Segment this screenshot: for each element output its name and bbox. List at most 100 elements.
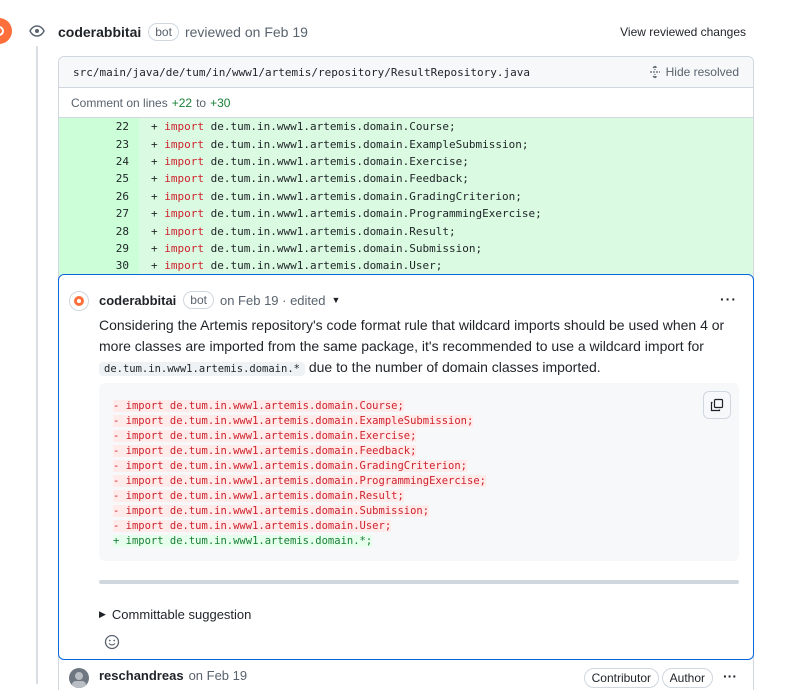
timeline-line [36, 46, 38, 684]
diff-keyword: import [164, 137, 204, 151]
diff-code: de.tum.in.www1.artemis.domain.Feedback; [204, 172, 469, 186]
diff-sign: + [151, 137, 158, 151]
line-end[interactable]: +30 [210, 96, 230, 110]
diff-sign: + [151, 154, 158, 168]
deleted-line: - import de.tum.in.www1.artemis.domain.G… [113, 460, 468, 472]
diff-keyword: import [164, 241, 204, 255]
diff-code: de.tum.in.www1.artemis.domain.Submission… [204, 241, 483, 255]
deleted-line: - import de.tum.in.www1.artemis.domain.E… [113, 415, 474, 427]
deleted-line: - import de.tum.in.www1.artemis.domain.U… [113, 520, 392, 532]
comment-text: Considering the Artemis repository's cod… [99, 317, 725, 354]
next-comment-author[interactable]: reschandreas [99, 668, 184, 683]
comment-meta[interactable]: on Feb 19 · edited [220, 293, 326, 308]
comment-on-lines-label: Comment on lines [71, 95, 168, 110]
diff-keyword: import [164, 259, 204, 273]
comment-body: Considering the Artemis repository's cod… [99, 315, 739, 380]
diff-code: de.tum.in.www1.artemis.domain.GradingCri… [204, 189, 522, 203]
line-number[interactable]: 28 [59, 222, 139, 240]
review-comment: coderabbitai bot on Feb 19 · edited ▼ ··… [58, 274, 754, 660]
line-to: to [196, 95, 207, 110]
eye-icon [26, 20, 48, 42]
kebab-horizontal-icon[interactable]: ··· [720, 291, 737, 307]
divider [99, 580, 739, 584]
line-start[interactable]: +22 [172, 96, 192, 110]
next-comment-meta[interactable]: on Feb 19 [189, 668, 248, 683]
line-number[interactable]: 30 [59, 257, 139, 275]
diff-row: 27 + import de.tum.in.www1.artemis.domain… [59, 204, 753, 223]
deleted-line: - import de.tum.in.www1.artemis.domain.S… [113, 505, 430, 517]
comment-text-end: due to the number of domain classes impo… [308, 359, 601, 375]
contributor-badge: Contributor [583, 668, 659, 688]
bot-badge: bot [183, 291, 214, 309]
deleted-line: - import de.tum.in.www1.artemis.domain.P… [113, 475, 486, 487]
review-header: coderabbitai bot reviewed on Feb 19 View… [58, 22, 760, 42]
unfold-icon [649, 65, 660, 79]
diff-sign: + [151, 172, 158, 186]
diff-keyword: import [164, 224, 204, 238]
suggestion-block: - import de.tum.in.www1.artemis.domain.C… [99, 383, 739, 561]
line-number[interactable]: 23 [59, 135, 139, 153]
kebab-horizontal-icon[interactable]: ··· [723, 668, 737, 684]
diff-row: 23 + import de.tum.in.www1.artemis.domain… [59, 135, 753, 153]
diff-row: 25 + import de.tum.in.www1.artemis.domain… [59, 170, 753, 188]
deleted-line: - import de.tum.in.www1.artemis.domain.C… [113, 400, 404, 412]
triangle-right-icon: ▶ [99, 609, 106, 619]
copy-button[interactable] [703, 391, 731, 419]
diff-row: 22 + import de.tum.in.www1.artemis.domain… [59, 118, 753, 136]
line-number[interactable]: 22 [59, 118, 139, 136]
diff-code: de.tum.in.www1.artemis.domain.Result; [204, 224, 456, 238]
added-line: + import de.tum.in.www1.artemis.domain.*… [113, 535, 373, 547]
diff-sign: + [151, 224, 158, 238]
deleted-line: - import de.tum.in.www1.artemis.domain.F… [113, 445, 417, 457]
hide-resolved-button[interactable]: Hide resolved [648, 65, 739, 79]
diff-row: 26 + import de.tum.in.www1.artemis.domain… [59, 187, 753, 205]
diff-sign: + [151, 207, 158, 221]
line-number[interactable]: 26 [59, 187, 139, 205]
diff-row: 30 + import de.tum.in.www1.artemis.domain… [59, 257, 753, 275]
diff-sign: + [151, 189, 158, 203]
diff-code: de.tum.in.www1.artemis.domain.ExampleSub… [204, 137, 529, 151]
diff-code: de.tum.in.www1.artemis.domain.User; [204, 259, 443, 273]
committable-suggestion-toggle[interactable]: ▶ Committable suggestion [99, 607, 251, 622]
diff-row: 24 + import de.tum.in.www1.artemis.domain… [59, 152, 753, 171]
diff-keyword: import [164, 189, 204, 203]
review-author[interactable]: coderabbitai [58, 24, 141, 40]
suggestion-lines: - import de.tum.in.www1.artemis.domain.C… [113, 399, 486, 549]
coderabbit-avatar-large[interactable] [0, 18, 12, 44]
file-header: src/main/java/de/tum/in/www1/artemis/rep… [59, 57, 753, 88]
comment-on-lines: Comment on lines +22 to +30 [59, 88, 753, 118]
bot-badge: bot [148, 23, 179, 41]
smiley-icon[interactable] [101, 631, 123, 653]
deleted-line: - import de.tum.in.www1.artemis.domain.R… [113, 490, 404, 502]
diff-block: 22 + import de.tum.in.www1.artemis.domain… [59, 118, 753, 275]
comment-author[interactable]: coderabbitai [99, 293, 176, 308]
line-number[interactable]: 29 [59, 239, 139, 258]
comment-header: coderabbitai bot on Feb 19 · edited ▼ [99, 291, 340, 309]
next-comment-header: reschandreas on Feb 19 [99, 668, 247, 683]
reschandreas-avatar[interactable] [69, 668, 89, 688]
next-comment: reschandreas on Feb 19 Contributor Autho… [58, 660, 754, 690]
chevron-down-icon[interactable]: ▼ [332, 295, 341, 305]
diff-keyword: import [164, 154, 204, 168]
deleted-line: - import de.tum.in.www1.artemis.domain.E… [113, 430, 417, 442]
line-number[interactable]: 25 [59, 170, 139, 188]
review-action: reviewed on Feb 19 [184, 24, 308, 40]
view-reviewed-changes-button[interactable]: View reviewed changes [620, 25, 746, 39]
diff-row: 29 + import de.tum.in.www1.artemis.domain… [59, 239, 753, 258]
line-number[interactable]: 24 [59, 152, 139, 171]
diff-keyword: import [164, 172, 204, 186]
diff-keyword: import [164, 120, 204, 134]
coderabbit-avatar[interactable] [69, 291, 89, 311]
diff-code: de.tum.in.www1.artemis.domain.Programmin… [204, 207, 542, 221]
diff-code: de.tum.in.www1.artemis.domain.Course; [204, 120, 456, 134]
diff-sign: + [151, 259, 158, 273]
diff-row: 28 + import de.tum.in.www1.artemis.domain… [59, 222, 753, 240]
copy-icon [710, 398, 724, 412]
diff-keyword: import [164, 207, 204, 221]
line-number[interactable]: 27 [59, 204, 139, 223]
diff-code: de.tum.in.www1.artemis.domain.Exercise; [204, 154, 469, 168]
diff-sign: + [151, 120, 158, 134]
inline-code: de.tum.in.www1.artemis.domain.* [99, 362, 305, 376]
file-path[interactable]: src/main/java/de/tum/in/www1/artemis/rep… [73, 66, 530, 79]
hide-resolved-label: Hide resolved [665, 65, 739, 79]
